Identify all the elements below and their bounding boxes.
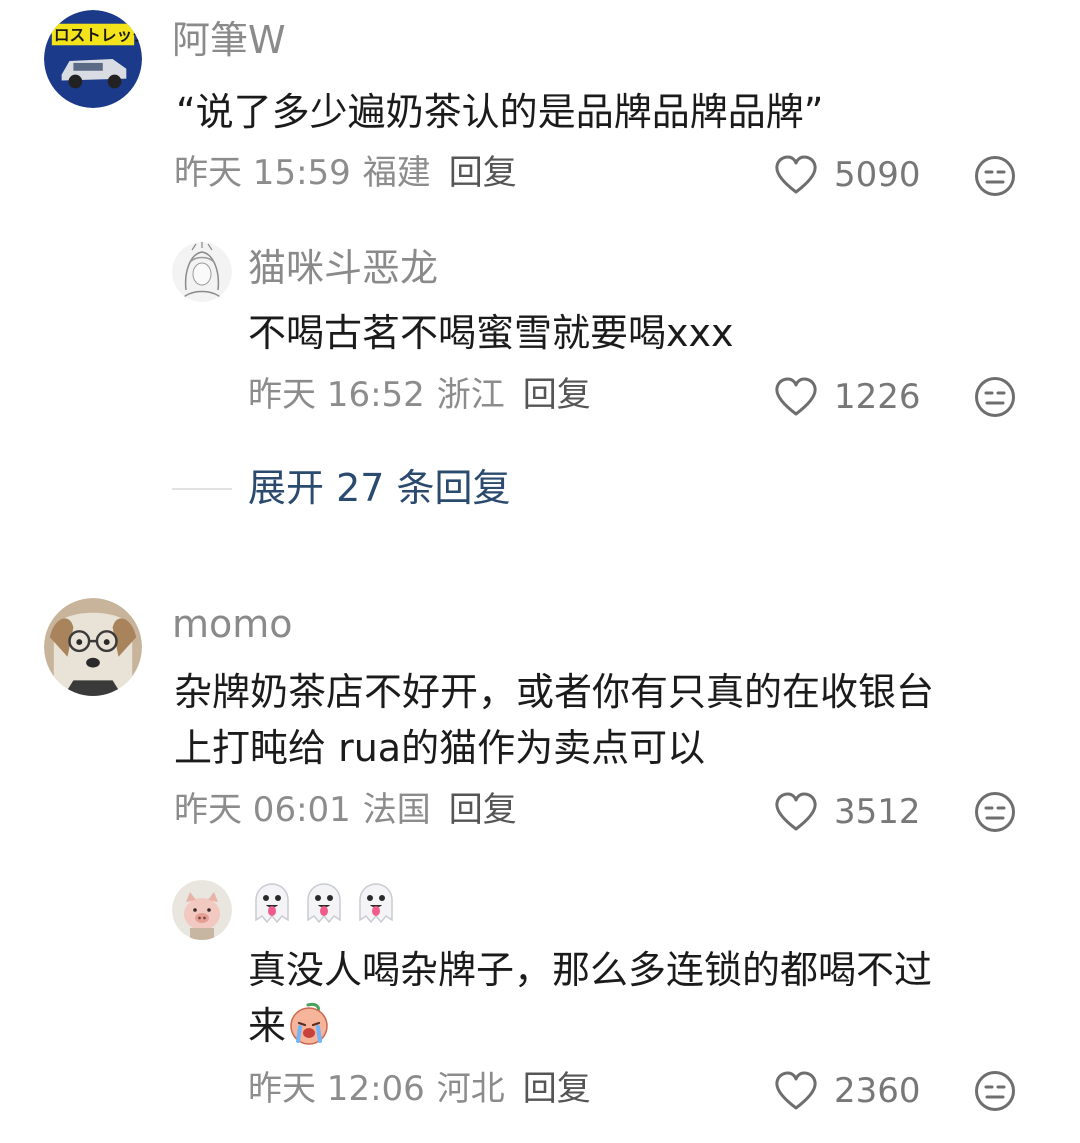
- reply-text: 不喝古茗不喝蜜雪就要喝xxx: [248, 311, 734, 355]
- reply-button[interactable]: 回复: [449, 153, 517, 193]
- reply-location: 浙江: [436, 375, 505, 415]
- heart-outline-icon: [775, 377, 817, 416]
- reply-username[interactable]: 猫咪斗恶龙: [248, 246, 438, 290]
- heart-outline-icon: [775, 1071, 817, 1110]
- dog-with-glasses-avatar-icon: [44, 598, 142, 696]
- anime-sketch-avatar-icon: [172, 242, 232, 302]
- like-count: 5090: [834, 155, 921, 195]
- meh-face-icon: [975, 1071, 1015, 1111]
- meh-face-icon: [975, 792, 1015, 832]
- reply-text-line-2-text: 来: [248, 1004, 287, 1048]
- like-button[interactable]: 2360: [774, 1069, 921, 1113]
- pig-avatar-icon: [172, 880, 232, 940]
- ghost-tongue-emoji-icon: [352, 880, 400, 928]
- meh-face-icon: [975, 156, 1015, 196]
- comment-text-line-2: 上打盹给 rua的猫作为卖点可以: [174, 726, 706, 770]
- comment-text-line-1: 杂牌奶茶店不好开，或者你有只真的在收银台: [174, 670, 935, 714]
- username[interactable]: 阿筆W: [172, 18, 286, 62]
- expand-replies-button[interactable]: 展开 27 条回复: [248, 466, 511, 510]
- avatar[interactable]: [44, 598, 142, 696]
- comment-location: 福建: [362, 153, 431, 193]
- comment-time: 昨天 06:01: [174, 790, 351, 830]
- svg-text:クロストレック: クロストレック: [44, 25, 142, 44]
- reply-button[interactable]: 回复: [523, 1069, 591, 1109]
- comment-time: 昨天 15:59: [174, 153, 351, 193]
- like-button[interactable]: 3512: [774, 790, 921, 834]
- reply-text-line-2: 来: [248, 998, 332, 1054]
- like-count: 1226: [834, 377, 921, 417]
- reply-avatar[interactable]: [172, 880, 232, 940]
- reply-avatar[interactable]: [172, 242, 232, 302]
- comment-meta: 昨天 15:59 福建 回复: [174, 153, 517, 193]
- dislike-button[interactable]: [974, 155, 1016, 197]
- ghost-tongue-emoji-icon: [300, 880, 348, 928]
- reply-time: 昨天 16:52: [248, 375, 425, 415]
- username[interactable]: momo: [172, 602, 293, 646]
- dislike-button[interactable]: [974, 376, 1016, 418]
- car-avatar-icon: クロストレック: [44, 10, 142, 108]
- avatar[interactable]: クロストレック: [44, 10, 142, 108]
- comment-text: “说了多少遍奶茶认的是品牌品牌品牌”: [176, 90, 824, 134]
- reply-text-line-1: 真没人喝杂牌子，那么多连锁的都喝不过: [248, 948, 933, 992]
- crying-emoji-icon: [286, 1001, 332, 1047]
- like-count: 3512: [834, 792, 921, 832]
- like-button[interactable]: 1226: [774, 375, 921, 419]
- dislike-button[interactable]: [974, 1070, 1016, 1112]
- reply-meta: 昨天 16:52 浙江 回复: [248, 375, 591, 415]
- heart-outline-icon: [775, 792, 817, 831]
- ghost-tongue-emoji-icon: [248, 880, 296, 928]
- reply-location: 河北: [436, 1069, 505, 1109]
- expand-divider: [172, 488, 232, 490]
- reply-meta: 昨天 12:06 河北 回复: [248, 1069, 591, 1109]
- reply-time: 昨天 12:06: [248, 1069, 425, 1109]
- dislike-button[interactable]: [974, 791, 1016, 833]
- reply-button[interactable]: 回复: [449, 790, 517, 830]
- meh-face-icon: [975, 377, 1015, 417]
- comment-location: 法国: [362, 790, 431, 830]
- like-button[interactable]: 5090: [774, 153, 921, 197]
- like-count: 2360: [834, 1071, 921, 1111]
- heart-outline-icon: [775, 155, 817, 194]
- reply-button[interactable]: 回复: [523, 375, 591, 415]
- comment-meta: 昨天 06:01 法国 回复: [174, 790, 517, 830]
- reply-username-emojis[interactable]: [248, 880, 404, 932]
- comment-item: クロストレック 阿筆W “说了多少遍奶茶认的是品牌品牌品牌” 昨天 15:59 福…: [0, 0, 1080, 1143]
